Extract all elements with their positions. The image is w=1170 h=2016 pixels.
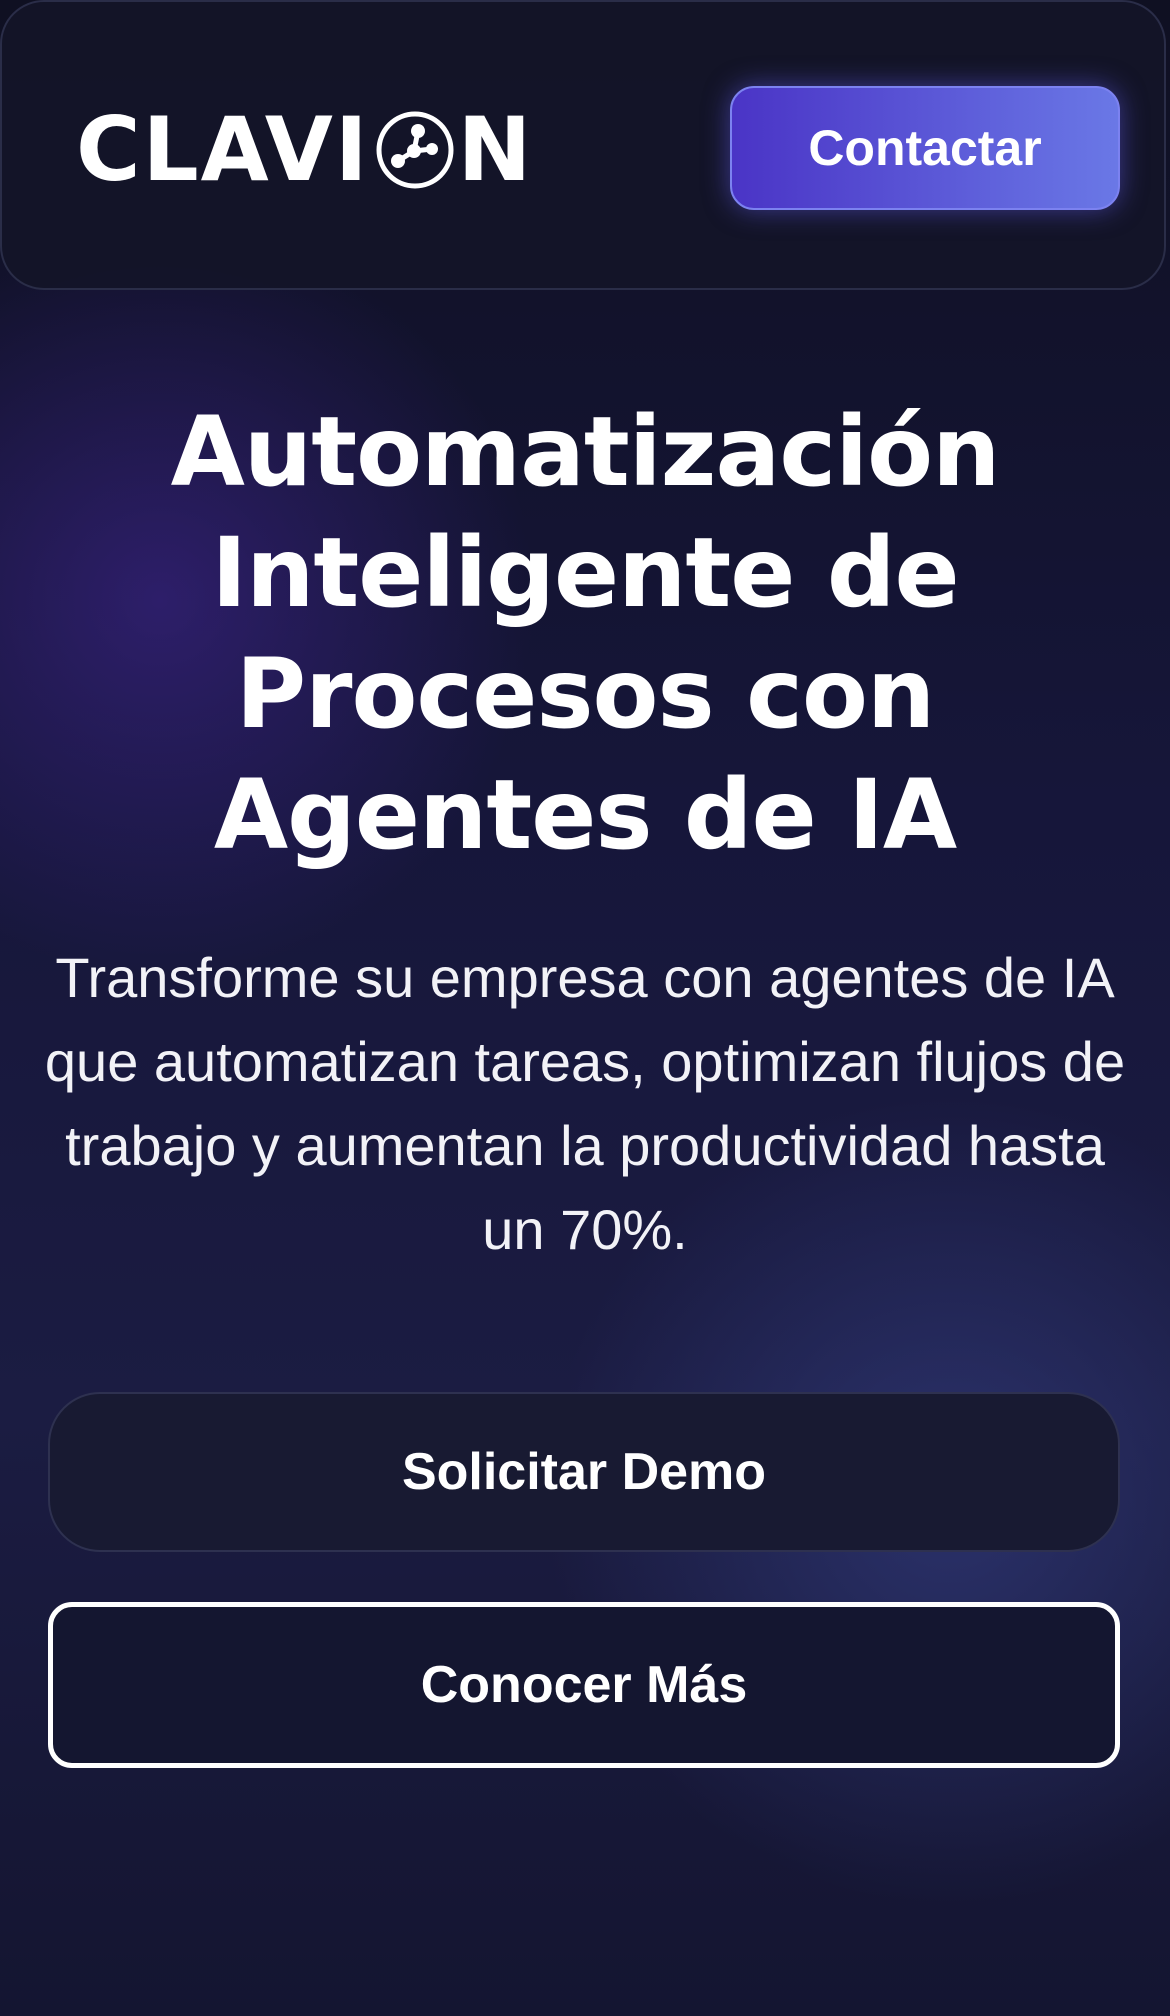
learn-more-button[interactable]: Conocer Más: [48, 1602, 1120, 1768]
clavion-logo[interactable]: CLAVI N: [76, 100, 533, 200]
contact-button[interactable]: Contactar: [730, 86, 1120, 210]
network-nodes-icon: [374, 109, 456, 191]
site-header: CLAVI N Contactar: [0, 0, 1166, 290]
request-demo-button[interactable]: Solicitar Demo: [48, 1392, 1120, 1552]
hero-subtitle: Transforme su empresa con agentes de IA …: [44, 946, 1126, 1261]
logo-text-start: CLAVI: [76, 98, 370, 201]
hero-title: Automatización Inteligente de Procesos c…: [170, 396, 1001, 871]
logo-text-end: N: [457, 98, 534, 201]
